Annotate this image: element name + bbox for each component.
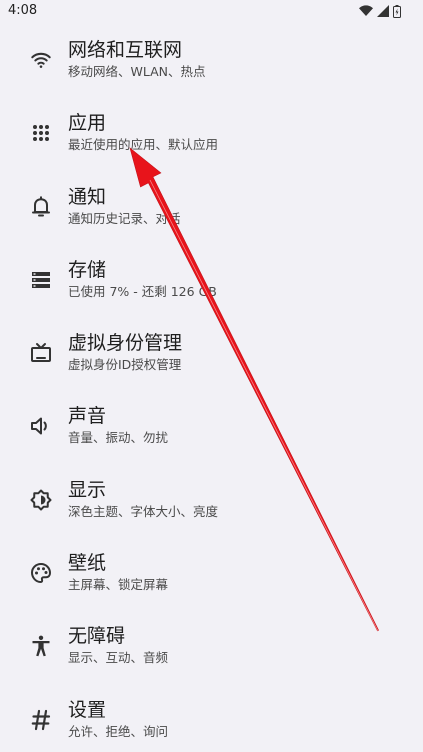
settings-screen: 4:08 网络和互联网 移动网络、WLAN、热点 应用 最近使用的应用、默认应用… bbox=[0, 0, 423, 752]
settings-item-virtual-identity[interactable]: 虚拟身份管理 虚拟身份ID授权管理 bbox=[0, 321, 423, 394]
bell-icon bbox=[29, 195, 53, 219]
settings-item-subtitle: 深色主题、字体大小、亮度 bbox=[68, 503, 219, 519]
settings-item-subtitle: 通知历史记录、对话 bbox=[68, 210, 181, 226]
settings-item-subtitle: 主屏幕、锁定屏幕 bbox=[68, 577, 169, 593]
settings-item-accessibility[interactable]: 无障碍 显示、互动、音频 bbox=[0, 614, 423, 687]
settings-item-title: 显示 bbox=[68, 478, 107, 501]
apps-grid-icon bbox=[29, 121, 53, 145]
settings-item-title: 无障碍 bbox=[68, 625, 126, 648]
palette-icon bbox=[29, 561, 53, 585]
wifi-icon bbox=[29, 48, 53, 72]
status-bar: 4:08 bbox=[0, 0, 423, 24]
accessibility-icon bbox=[29, 634, 53, 658]
settings-item-title: 通知 bbox=[68, 185, 107, 208]
hash-icon bbox=[29, 708, 53, 732]
settings-item-privacy[interactable]: 设置 允许、拒绝、询问 bbox=[0, 688, 423, 752]
status-icons bbox=[359, 4, 401, 18]
settings-item-subtitle: 音量、振动、勿扰 bbox=[68, 430, 169, 446]
settings-item-subtitle: 虚拟身份ID授权管理 bbox=[68, 357, 182, 373]
settings-item-subtitle: 显示、互动、音频 bbox=[68, 650, 169, 666]
tv-icon bbox=[29, 341, 53, 365]
settings-item-title: 设置 bbox=[68, 698, 107, 721]
settings-item-network[interactable]: 网络和互联网 移动网络、WLAN、热点 bbox=[0, 28, 423, 101]
settings-item-title: 网络和互联网 bbox=[68, 39, 183, 61]
settings-item-wallpaper[interactable]: 壁纸 主屏幕、锁定屏幕 bbox=[0, 541, 423, 614]
storage-icon bbox=[29, 268, 53, 292]
battery-icon bbox=[393, 4, 401, 18]
settings-item-title: 壁纸 bbox=[68, 552, 107, 575]
wifi-icon bbox=[359, 5, 373, 17]
settings-item-title: 应用 bbox=[68, 112, 107, 135]
settings-item-sound[interactable]: 声音 音量、振动、勿扰 bbox=[0, 394, 423, 467]
settings-list: 网络和互联网 移动网络、WLAN、热点 应用 最近使用的应用、默认应用 通知 通… bbox=[0, 28, 423, 752]
signal-icon bbox=[377, 5, 389, 17]
settings-item-title: 声音 bbox=[68, 405, 107, 428]
status-time: 4:08 bbox=[8, 3, 38, 18]
settings-item-apps[interactable]: 应用 最近使用的应用、默认应用 bbox=[0, 101, 423, 174]
volume-icon bbox=[29, 414, 53, 438]
settings-item-display[interactable]: 显示 深色主题、字体大小、亮度 bbox=[0, 468, 423, 541]
settings-item-notifications[interactable]: 通知 通知历史记录、对话 bbox=[0, 175, 423, 248]
settings-item-subtitle: 移动网络、WLAN、热点 bbox=[68, 64, 206, 79]
settings-item-subtitle: 最近使用的应用、默认应用 bbox=[68, 137, 219, 153]
settings-item-subtitle: 已使用 7% - 还剩 126 GB bbox=[68, 283, 217, 299]
settings-item-title: 虚拟身份管理 bbox=[68, 332, 183, 355]
settings-item-storage[interactable]: 存储 已使用 7% - 还剩 126 GB bbox=[0, 248, 423, 321]
settings-item-subtitle: 允许、拒绝、询问 bbox=[68, 723, 169, 739]
brightness-icon bbox=[29, 488, 53, 512]
settings-item-title: 存储 bbox=[68, 258, 107, 281]
